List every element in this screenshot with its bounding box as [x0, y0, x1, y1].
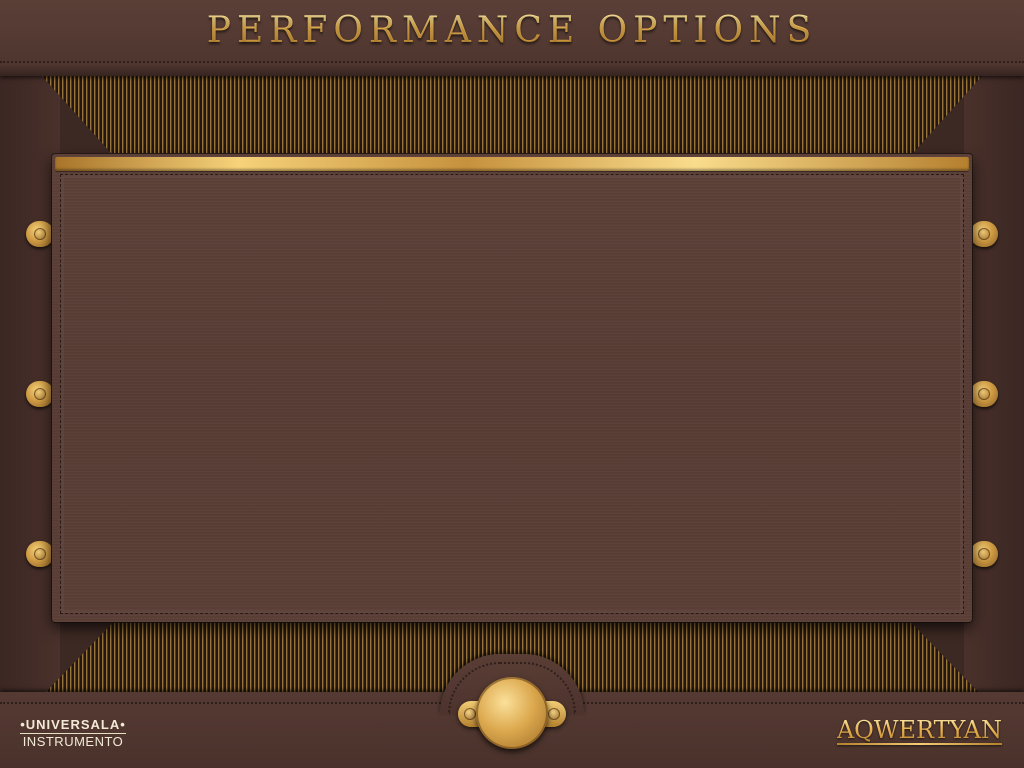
screw-bracket-icon — [970, 221, 998, 247]
panel-stitched-border — [60, 174, 964, 614]
title-bar: PERFORMANCE OPTIONS — [0, 0, 1024, 76]
page-title: PERFORMANCE OPTIONS — [0, 10, 1024, 51]
screw-icon — [548, 708, 560, 720]
aqwertyan-logo-text: AQWERTYAN — [836, 716, 1002, 744]
screw-bracket-icon — [970, 541, 998, 567]
universala-instrumento-logo: •UNIVERSALA• INSTRUMENTO — [18, 714, 128, 749]
aqwertyan-logo: AQWERTYAN — [836, 716, 1002, 745]
screw-bracket-icon — [26, 541, 54, 567]
gold-medallion-icon[interactable] — [476, 677, 548, 749]
title-bar-edge — [0, 66, 1024, 76]
upper-grille — [42, 76, 982, 160]
screw-bracket-icon — [970, 381, 998, 407]
logo-line-2: INSTRUMENTO — [22, 734, 124, 749]
screw-bracket-icon — [26, 381, 54, 407]
screw-bracket-icon — [26, 221, 54, 247]
options-panel — [52, 154, 972, 622]
panel-gold-trim — [55, 157, 969, 171]
logo-underline — [836, 743, 1002, 745]
logo-line-1: •UNIVERSALA• — [20, 717, 126, 734]
screw-icon — [464, 708, 476, 720]
title-bar-stitching — [0, 61, 1024, 63]
